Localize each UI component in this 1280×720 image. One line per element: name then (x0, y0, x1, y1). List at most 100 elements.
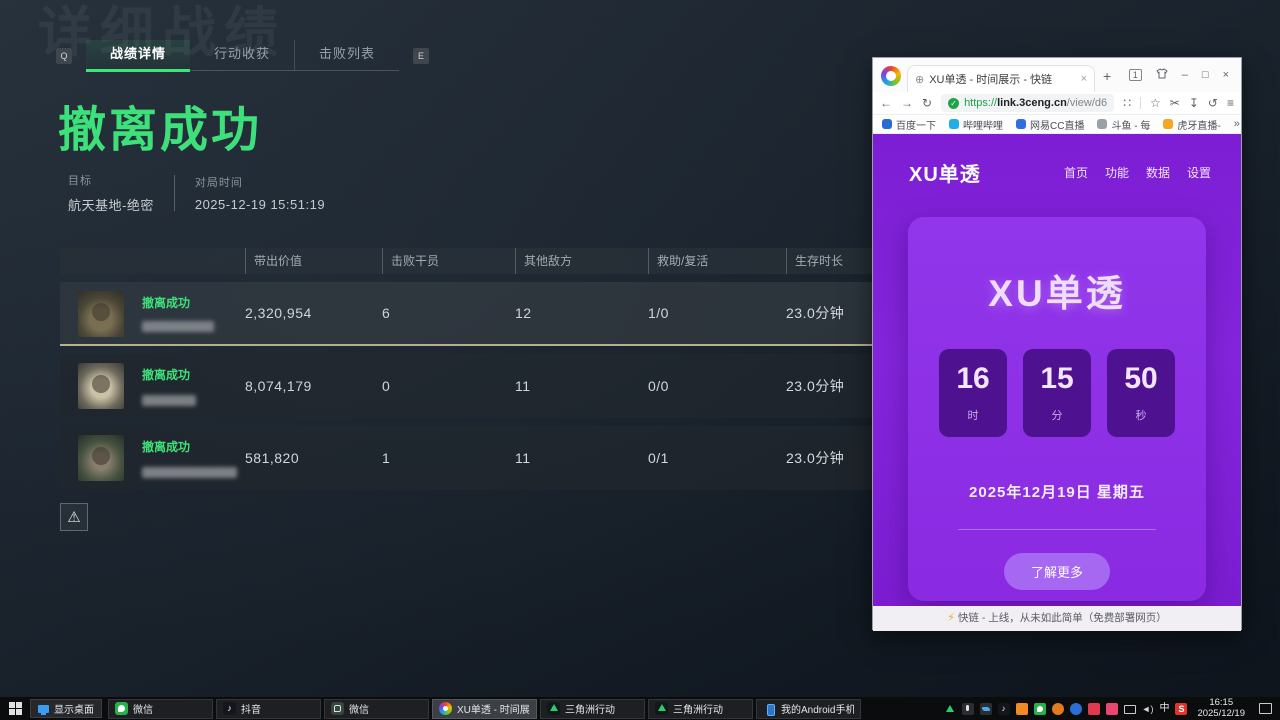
player-name-blurred (142, 467, 237, 478)
tray-douyin-icon[interactable]: ♪ (998, 703, 1010, 715)
tray-microphone-icon[interactable] (962, 703, 974, 715)
tray-red-app-icon[interactable] (1088, 703, 1100, 715)
bookmark-baidu[interactable]: 百度一下 (882, 117, 936, 132)
baidu-icon (882, 119, 892, 129)
clock-card: XU单透 16 时 15 分 50 秒 2025年12月19日 星期五 (908, 217, 1206, 601)
bilibili-icon (949, 119, 959, 129)
history-undo-icon[interactable]: ↺ (1208, 96, 1218, 110)
taskbar-item-douyin[interactable]: ♪ 抖音 (216, 699, 321, 719)
player-avatar (78, 363, 124, 409)
footer-text: 快链 - 上线，从未如此简单（免费部署网页） (958, 612, 1167, 624)
taskbar-item-browser-active[interactable]: XU单透 - 时间展示... (432, 699, 537, 719)
taskbar: 显示桌面 微信 ♪ 抖音 微信 XU单透 - 时间展示... 三角洲行动 三角洲… (0, 697, 1280, 720)
date-display: 2025年12月19日 星期五 (908, 481, 1206, 502)
sogou-input-icon[interactable]: S (1175, 703, 1187, 715)
taskbar-item-wechat-2[interactable]: 微信 (324, 699, 429, 719)
taskbar-item-delta-force[interactable]: 三角洲行动 (540, 699, 645, 719)
delta-force-icon (547, 702, 560, 715)
tab-battle-details[interactable]: 战绩详情 (86, 40, 190, 70)
match-info: 目标 航天基地-绝密 对局时间 2025-12-19 15:51:19 (68, 172, 325, 214)
close-window-button[interactable]: × (1223, 69, 1229, 81)
show-desktop-button[interactable]: 显示桌面 (30, 699, 102, 718)
page-title: 撤离成功 (58, 90, 262, 160)
game-tabbar: Q 战绩详情 行动收获 击败列表 E (56, 40, 429, 71)
tab-count-badge[interactable]: 1 (1129, 69, 1142, 81)
tray-pink-app-icon[interactable] (1106, 703, 1118, 715)
ime-indicator[interactable]: 中 (1159, 703, 1169, 715)
network-icon[interactable] (1124, 705, 1136, 714)
lightning-icon: ⚡ (947, 612, 955, 624)
header-survival-time: 生存时长 (786, 248, 843, 274)
browser-logo-icon[interactable] (881, 66, 901, 86)
url-text: https://link.3ceng.cn/view/d6 (964, 97, 1107, 109)
seconds-value: 50 (1107, 362, 1175, 396)
delta-force-icon (655, 702, 668, 715)
survival-time: 23.0分钟 (786, 376, 844, 396)
address-bar[interactable]: ✓ https://link.3ceng.cn/view/d6 (941, 94, 1114, 112)
tab-kill-list[interactable]: 击败列表 (294, 40, 399, 70)
reload-button[interactable]: ↻ (922, 96, 932, 110)
screenshot-scissors-icon[interactable]: ✂ (1170, 96, 1180, 110)
tray-wechat-icon[interactable] (1034, 703, 1046, 715)
hours-value: 16 (939, 362, 1007, 396)
nav-settings[interactable]: 设置 (1187, 164, 1211, 181)
taskbar-item-delta-force-2[interactable]: 三角洲行动 (648, 699, 753, 719)
learn-more-button[interactable]: 了解更多 (1004, 553, 1110, 590)
report-warning-button[interactable]: ⚠ (60, 503, 88, 531)
web-page: XU单透 首页 功能 数据 设置 XU单透 16 时 15 (873, 134, 1241, 631)
carried-value: 8,074,179 (245, 378, 312, 394)
apps-grid-icon[interactable]: ∷ (1123, 96, 1131, 110)
nav-home[interactable]: 首页 (1064, 164, 1088, 181)
nav-data[interactable]: 数据 (1146, 164, 1170, 181)
skin-icon[interactable] (1156, 68, 1168, 82)
header-other-enemies: 其他敌方 (515, 248, 572, 274)
favorite-star-icon[interactable]: ☆ (1150, 96, 1161, 110)
download-icon[interactable]: ↧ (1189, 96, 1199, 110)
rescue-revive: 1/0 (648, 305, 669, 321)
hours-box: 16 时 (939, 349, 1007, 437)
tray-delta-force-icon[interactable] (944, 703, 956, 715)
player-avatar (78, 435, 124, 481)
bookmarks-overflow-icon[interactable]: » (1234, 118, 1240, 130)
bookmark-netease-cc[interactable]: 网易CC直播 (1016, 117, 1084, 132)
site-footer: ⚡ 快链 - 上线，从未如此简单（免费部署网页） (873, 606, 1241, 631)
system-tray: ♪ ◄) 中 S 16:15 2025/12/19 (944, 698, 1280, 720)
minimize-button[interactable]: – (1182, 69, 1188, 81)
nav-features[interactable]: 功能 (1105, 164, 1129, 181)
volume-icon[interactable]: ◄) (1142, 703, 1154, 715)
maximize-button[interactable]: □ (1202, 69, 1209, 81)
bookmark-douyu[interactable]: 斗鱼 - 每 (1097, 117, 1150, 132)
taskbar-item-android-phone[interactable]: 我的Android手机... (756, 699, 861, 719)
menu-icon[interactable]: ≡ (1227, 96, 1234, 110)
tray-clock[interactable]: 16:15 2025/12/19 (1197, 698, 1245, 720)
card-divider (958, 529, 1156, 530)
rescue-revive: 0/1 (648, 450, 669, 466)
header-operators-defeated: 击败干员 (382, 248, 439, 274)
tray-orange-app-icon[interactable] (1016, 703, 1028, 715)
new-tab-button[interactable]: + (1103, 68, 1111, 84)
operators-defeated: 0 (382, 378, 390, 394)
hours-unit: 时 (939, 407, 1007, 423)
bookmark-huya[interactable]: 虎牙直播- (1163, 117, 1220, 132)
globe-icon: ⊕ (915, 73, 924, 86)
start-button[interactable] (0, 697, 30, 720)
forward-button[interactable]: → (901, 96, 913, 110)
back-button[interactable]: ← (880, 96, 892, 110)
tab-title: XU单透 - 时间展示 - 快链 (929, 71, 1075, 87)
browser-tab[interactable]: ⊕ XU单透 - 时间展示 - 快链 × (907, 65, 1095, 92)
tray-monkey-icon[interactable] (1052, 703, 1064, 715)
header-rescue-revive: 救助/复活 (648, 248, 708, 274)
key-hint-q: Q (56, 48, 72, 64)
match-time-value: 2025-12-19 15:51:19 (195, 197, 325, 212)
browser-toolbar: ← → ↻ ✓ https://link.3ceng.cn/view/d6 ∷ … (873, 92, 1241, 115)
tray-browser-icon[interactable] (1070, 703, 1082, 715)
bookmark-bilibili[interactable]: 哔哩哔哩 (949, 117, 1003, 132)
taskbar-item-wechat[interactable]: 微信 (108, 699, 213, 719)
tab-action-gains[interactable]: 行动收获 (190, 40, 294, 70)
notification-center-icon[interactable] (1259, 703, 1272, 714)
monitor-icon (38, 705, 49, 713)
bookmarks-bar: 百度一下 哔哩哔哩 网易CC直播 斗鱼 - 每 虎牙直播- » (873, 115, 1241, 134)
tab-close-icon[interactable]: × (1081, 73, 1087, 85)
seconds-unit: 秒 (1107, 407, 1175, 423)
tray-app-icon[interactable] (980, 703, 992, 715)
